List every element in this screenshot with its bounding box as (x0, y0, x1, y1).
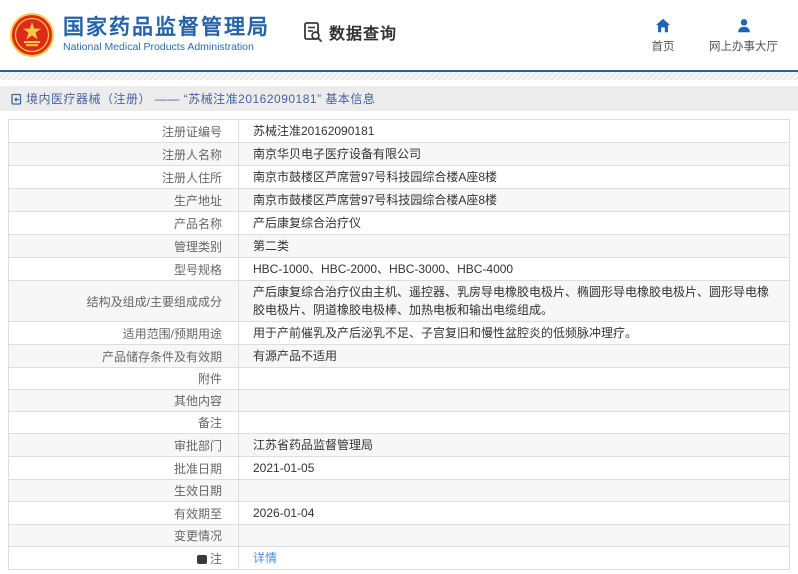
detail-link[interactable]: 详情 (253, 551, 277, 565)
registration-info-table: 注册证编号 苏械注准20162090181 注册人名称 南京华贝电子医疗设备有限公司注… (8, 119, 790, 570)
header-nav: 首页 网上办事大厅 (643, 17, 778, 54)
row-value: 产后康复综合治疗仪由主机、遥控器、乳房导电橡胶电极片、椭圆形导电橡胶电极片、圆形… (238, 280, 790, 322)
row-value: 2026-01-04 (238, 501, 790, 525)
hatch-divider (0, 72, 798, 80)
table-row: 管理类别 第二类 (8, 234, 790, 258)
row-label: 批准日期 (8, 456, 239, 480)
site-logo[interactable]: 国家药品监督管理局 National Medical Products Admi… (10, 13, 270, 57)
table-row: 产品储存条件及有效期 有源产品不适用 (8, 344, 790, 368)
breadcrumb-text: 境内医疗器械（注册） —— “苏械注准20162090181” 基本信息 (26, 92, 376, 106)
row-label: 生产地址 (8, 188, 239, 212)
row-label: 产品名称 (8, 211, 239, 235)
info-table-body: 注册证编号 苏械注准20162090181 注册人名称 南京华贝电子医疗设备有限公司注… (8, 119, 790, 570)
data-query-label: 数据查询 (329, 26, 398, 43)
row-value (238, 411, 790, 434)
doc-search-icon (304, 22, 322, 42)
table-row: 变更情况 (8, 524, 790, 547)
row-value: 苏械注准20162090181 (238, 119, 790, 143)
row-value: 第二类 (238, 234, 790, 258)
row-value: 江苏省药品监督管理局 (238, 433, 790, 457)
row-value (238, 389, 790, 412)
row-value: 产后康复综合治疗仪 (238, 211, 790, 235)
table-row: 型号规格 HBC-1000、HBC-2000、HBC-3000、HBC-4000 (8, 257, 790, 281)
row-value (238, 524, 790, 547)
row-label: 管理类别 (8, 234, 239, 258)
person-icon (737, 18, 750, 32)
row-label: 备注 (8, 411, 239, 434)
row-label: 产品储存条件及有效期 (8, 344, 239, 368)
site-title: 国家药品监督管理局 (63, 16, 270, 39)
table-row: 生产地址 南京市鼓楼区芦席营97号科技园综合楼A座8楼 (8, 188, 790, 212)
table-row: 备注 (8, 411, 790, 434)
table-row: 产品名称 产后康复综合治疗仪 (8, 211, 790, 235)
row-label: 注册人名称 (8, 142, 239, 166)
table-row: 生效日期 (8, 479, 790, 502)
row-value (238, 479, 790, 502)
site-title-block: 国家药品监督管理局 National Medical Products Admi… (63, 16, 270, 54)
table-row: 其他内容 (8, 389, 790, 412)
row-label: 有效期至 (8, 501, 239, 525)
nav-service-hall[interactable]: 网上办事大厅 (709, 17, 778, 54)
back-icon[interactable] (10, 93, 22, 105)
table-row: 注详情 (8, 546, 790, 570)
row-label: 变更情况 (8, 524, 239, 547)
row-value: 南京市鼓楼区芦席营97号科技园综合楼A座8楼 (238, 165, 790, 189)
row-value (238, 367, 790, 390)
row-value: 用于产前催乳及产后泌乳不足、子宫复旧和慢性盆腔炎的低频脉冲理疗。 (238, 321, 790, 345)
row-value: 南京华贝电子医疗设备有限公司 (238, 142, 790, 166)
row-label: 型号规格 (8, 257, 239, 281)
row-value: 2021-01-05 (238, 456, 790, 480)
row-label: 附件 (8, 367, 239, 390)
nav-service-hall-label: 网上办事大厅 (709, 40, 778, 53)
nav-home-label: 首页 (651, 40, 675, 53)
nav-home[interactable]: 首页 (643, 17, 683, 54)
row-label: 注 (8, 546, 239, 570)
table-row: 注册人名称 南京华贝电子医疗设备有限公司 (8, 142, 790, 166)
row-value: HBC-1000、HBC-2000、HBC-3000、HBC-4000 (238, 257, 790, 281)
breadcrumb: 境内医疗器械（注册） —— “苏械注准20162090181” 基本信息 (0, 86, 798, 111)
row-value: 南京市鼓楼区芦席营97号科技园综合楼A座8楼 (238, 188, 790, 212)
note-bubble-icon (196, 554, 207, 564)
row-value: 详情 (238, 546, 790, 570)
home-icon (655, 18, 671, 32)
table-row: 附件 (8, 367, 790, 390)
row-label: 注册人住所 (8, 165, 239, 189)
table-row: 结构及组成/主要组成成分 产后康复综合治疗仪由主机、遥控器、乳房导电橡胶电极片、椭… (8, 280, 790, 322)
main-content: 注册证编号 苏械注准20162090181 注册人名称 南京华贝电子医疗设备有限公司注… (0, 111, 798, 570)
table-row: 适用范围/预期用途 用于产前催乳及产后泌乳不足、子宫复旧和慢性盆腔炎的低频脉冲理疗… (8, 321, 790, 345)
row-label: 其他内容 (8, 389, 239, 412)
data-query-section[interactable]: 数据查询 (302, 20, 397, 44)
table-row: 注册证编号 苏械注准20162090181 (8, 119, 790, 143)
national-emblem-icon (10, 13, 54, 57)
row-label: 注册证编号 (8, 119, 239, 143)
row-label: 生效日期 (8, 479, 239, 502)
row-label: 适用范围/预期用途 (8, 321, 239, 345)
row-label: 结构及组成/主要组成成分 (8, 280, 239, 322)
row-label: 审批部门 (8, 433, 239, 457)
row-value: 有源产品不适用 (238, 344, 790, 368)
table-row: 注册人住所 南京市鼓楼区芦席营97号科技园综合楼A座8楼 (8, 165, 790, 189)
table-row: 审批部门 江苏省药品监督管理局 (8, 433, 790, 457)
site-header: 国家药品监督管理局 National Medical Products Admi… (0, 0, 798, 72)
table-row: 批准日期 2021-01-05 (8, 456, 790, 480)
table-row: 有效期至 2026-01-04 (8, 501, 790, 525)
site-subtitle: National Medical Products Administration (63, 41, 254, 53)
